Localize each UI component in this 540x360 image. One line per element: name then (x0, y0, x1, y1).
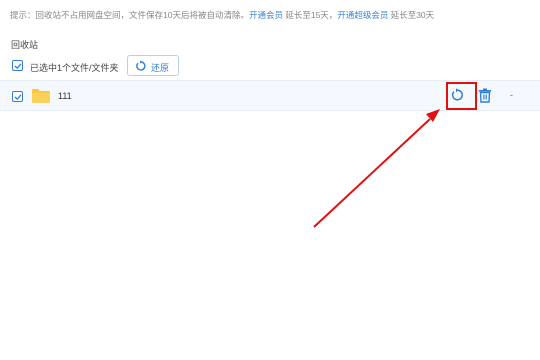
annotation-arrow (313, 109, 440, 228)
